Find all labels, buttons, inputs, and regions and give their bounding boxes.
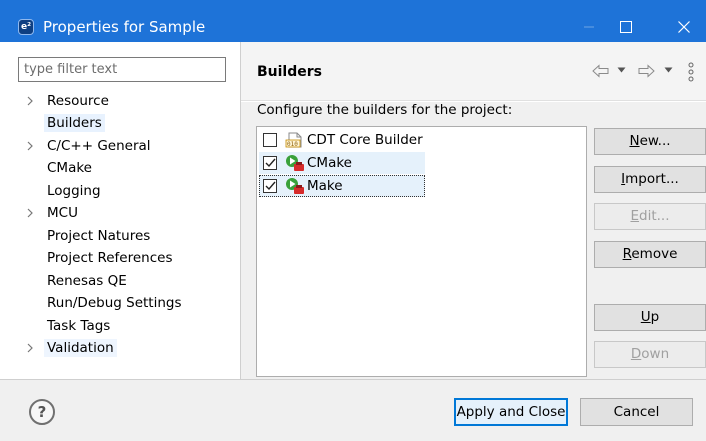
cdt-builder-icon: 010 [285, 132, 302, 148]
chevron-right-icon[interactable] [26, 208, 44, 218]
builder-checkbox[interactable] [263, 179, 277, 193]
move-down-button[interactable]: Down [594, 341, 706, 368]
view-menu-button[interactable] [688, 62, 694, 82]
new-builder-button[interactable]: New... [594, 128, 706, 155]
page-title: Builders [257, 64, 322, 80]
dropdown-icon [664, 67, 673, 73]
tree-item-project-references[interactable]: Project References [26, 247, 176, 268]
external-builder-icon [286, 178, 304, 194]
checkmark-icon [265, 181, 276, 191]
builder-row-make[interactable]: Make [259, 175, 425, 197]
move-up-button[interactable]: Up [594, 304, 706, 331]
tree-item-validation[interactable]: Validation [26, 337, 117, 358]
chevron-right-icon[interactable] [26, 96, 44, 106]
builder-label: CDT Core Builder [307, 132, 423, 148]
builder-checkbox[interactable] [263, 133, 277, 147]
builder-checkbox[interactable] [263, 156, 277, 170]
minimize-icon [584, 26, 594, 28]
builders-list[interactable]: 010 CDT Core Builder CMake Make [256, 126, 587, 377]
tree-item-label: Project References [47, 249, 173, 266]
back-history-dropdown[interactable] [617, 66, 626, 74]
svg-text:010: 010 [287, 141, 298, 148]
maximize-icon [620, 21, 632, 33]
forward-button[interactable] [637, 64, 655, 78]
cancel-button[interactable]: Cancel [580, 398, 693, 426]
tree-item-label: Builders [44, 113, 105, 132]
apply-and-close-button[interactable]: Apply and Close [454, 398, 568, 426]
maximize-button[interactable] [603, 12, 649, 42]
checkmark-icon [265, 158, 276, 168]
tree-item-label: Renesas QE [47, 272, 127, 289]
builder-row-cdt-core[interactable]: 010 CDT Core Builder [259, 129, 427, 151]
tree-item-cpp-general[interactable]: C/C++ General [26, 135, 154, 156]
tree-item-label: Logging [47, 182, 101, 199]
builders-description: Configure the builders for the project: [257, 102, 513, 118]
edit-builder-button[interactable]: Edit... [594, 203, 706, 230]
tree-item-label: CMake [47, 159, 92, 176]
tree-item-project-natures[interactable]: Project Natures [26, 225, 153, 246]
close-icon [678, 21, 690, 33]
tree-item-task-tags[interactable]: Task Tags [26, 315, 113, 336]
tree-item-label: MCU [47, 204, 78, 221]
dropdown-icon [617, 67, 626, 73]
tree-item-label: Resource [47, 92, 109, 109]
chevron-right-icon[interactable] [26, 141, 44, 151]
back-arrow-icon [592, 64, 609, 78]
app-icon: e² [18, 19, 34, 35]
tree-item-resource[interactable]: Resource [26, 90, 112, 111]
tree-item-renesas-qe[interactable]: Renesas QE [26, 270, 130, 291]
tree-item-label: C/C++ General [47, 137, 151, 154]
builder-label: Make [307, 178, 343, 194]
window-title: Properties for Sample [43, 18, 206, 36]
filter-input[interactable] [18, 57, 226, 82]
forward-arrow-icon [638, 64, 655, 78]
tree-item-label: Validation [44, 338, 117, 357]
tree-item-builders[interactable]: Builders [26, 112, 105, 133]
forward-history-dropdown[interactable] [664, 66, 673, 74]
external-builder-icon [286, 155, 304, 171]
back-button[interactable] [592, 64, 610, 78]
tree-item-cmake[interactable]: CMake [26, 157, 95, 178]
tree-item-label: Project Natures [47, 227, 151, 244]
tree-item-run-debug-settings[interactable]: Run/Debug Settings [26, 292, 185, 313]
tree-item-label: Task Tags [47, 317, 111, 334]
view-menu-icon [688, 62, 694, 82]
remove-builder-button[interactable]: Remove [594, 241, 706, 268]
help-icon: ? [37, 403, 47, 421]
tree-item-label: Run/Debug Settings [47, 294, 182, 311]
close-button[interactable] [661, 12, 706, 42]
builder-label: CMake [307, 155, 352, 171]
help-button[interactable]: ? [29, 399, 55, 425]
chevron-right-icon[interactable] [26, 343, 44, 353]
tree-item-logging[interactable]: Logging [26, 180, 104, 201]
builder-row-cmake[interactable]: CMake [259, 152, 425, 174]
tree-item-mcu[interactable]: MCU [26, 202, 81, 223]
import-builder-button[interactable]: Import... [594, 166, 706, 193]
